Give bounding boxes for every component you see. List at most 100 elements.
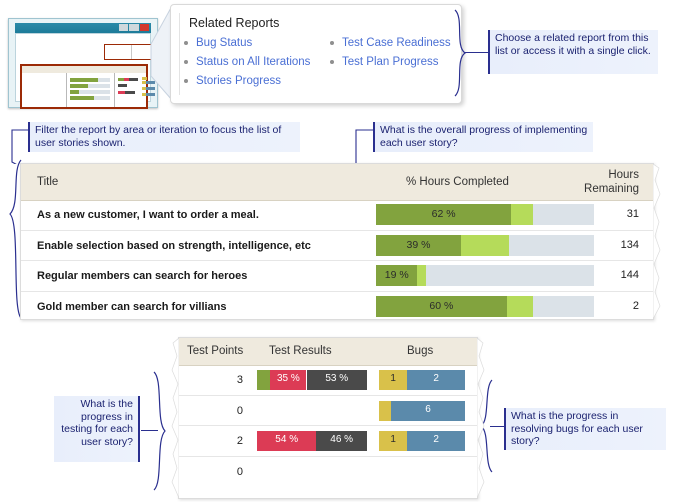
- bugs-segment-label: 6: [425, 403, 431, 415]
- bullet-icon: [330, 60, 334, 64]
- column-header-hours-remaining: Hours Remaining: [584, 168, 639, 196]
- bar-percent-label: 60 %: [429, 299, 454, 312]
- bugs-segment-active: 1: [379, 370, 408, 390]
- report-link-bug-status[interactable]: Bug Status: [183, 34, 310, 53]
- test-table-row[interactable]: 0: [179, 457, 477, 487]
- callout-bug-progress: What is the progress in resolving bugs f…: [504, 408, 666, 450]
- test-results-segment-label: 54 %: [275, 434, 299, 445]
- bullet-icon: [184, 60, 188, 64]
- test-results-segment-not-run: 46 %: [316, 431, 367, 451]
- column-header-test-points: Test Points: [187, 345, 244, 357]
- bar-segment-in-progress: [417, 265, 427, 286]
- test-results-bar: [257, 401, 367, 421]
- callout-related-reports: Choose a related report from this list o…: [488, 30, 658, 74]
- hours-remaining-line-2: Remaining: [584, 183, 639, 195]
- test-results-segment-label: 35 %: [276, 373, 300, 384]
- reports-callout-brace: [454, 9, 467, 97]
- torn-edge-right-stories: [653, 164, 661, 319]
- hours-remaining-line-1: Hours: [608, 169, 639, 181]
- test-results-bar: [257, 462, 367, 482]
- hours-completed-bar: 19 %: [376, 265, 594, 286]
- test-table-row[interactable]: 2 54 % 46 % 1 2: [179, 426, 477, 457]
- bugs-bar: [379, 462, 465, 482]
- hours-remaining-value: 144: [620, 269, 639, 281]
- callout-testing-progress: What is the progress in testing for each…: [54, 396, 140, 462]
- stories-table-row[interactable]: Regular members can search for heroes 19 …: [21, 261, 653, 292]
- bugs-segment-active: [379, 400, 392, 421]
- bugs-segment-resolved: 2: [407, 431, 465, 451]
- bar-segment-in-progress: [511, 204, 533, 225]
- test-table-header: Test Points Test Results Bugs: [179, 338, 477, 366]
- bugs-segment-label: 1: [390, 434, 396, 445]
- bar-segment-in-progress: [506, 295, 533, 317]
- test-table-row[interactable]: 3 35 % 53 % 1 2: [179, 365, 477, 396]
- stories-table-row[interactable]: As a new customer, I want to order a mea…: [21, 200, 653, 231]
- test-results-segment-failed: 54 %: [257, 431, 317, 451]
- bugs-bar: 12: [379, 431, 465, 451]
- report-link-test-case-readiness[interactable]: Test Case Readiness: [329, 34, 451, 53]
- hours-remaining-value: 31: [626, 208, 639, 220]
- test-results-bar: 54 % 46 %: [257, 431, 367, 451]
- panel-left-rule: [179, 13, 180, 95]
- bar-percent-label: 19 %: [384, 269, 409, 281]
- stories-table-row[interactable]: Gold member can search for villians 60 % 2: [21, 292, 653, 322]
- test-results-bar: 35 % 53 %: [257, 370, 367, 390]
- column-header-test-results: Test Results: [269, 345, 332, 357]
- bugs-bar: 6: [379, 400, 465, 421]
- story-title: Gold member can search for villians: [37, 300, 227, 313]
- bugs-callout-leader: [490, 426, 504, 427]
- test-points-value: 0: [236, 404, 243, 417]
- torn-edge-right-tests: [477, 338, 485, 498]
- related-reports-column-2: Test Case Readiness Test Plan Progress: [329, 34, 451, 72]
- report-link-status-all-iterations[interactable]: Status on All Iterations: [183, 53, 310, 72]
- callout-filter: Filter the report by area or iteration t…: [28, 122, 300, 152]
- test-results-segment-label: 46 %: [330, 434, 354, 445]
- test-results-segment-failed: 35 %: [270, 370, 307, 390]
- story-title: Regular members can search for heroes: [37, 270, 248, 282]
- report-link-test-plan-progress[interactable]: Test Plan Progress: [329, 53, 451, 72]
- bugs-segment-resolved: 6: [391, 400, 465, 421]
- test-results-segment-label: 53 %: [325, 373, 349, 384]
- stories-table-body: As a new customer, I want to order a mea…: [21, 200, 653, 319]
- report-link-stories-progress[interactable]: Stories Progress: [183, 72, 310, 91]
- test-table-body: 3 35 % 53 % 1 2 0 6 2 54 % 46 % 1 2 0: [179, 365, 477, 498]
- highlight-box-table: [20, 64, 155, 109]
- bugs-segment-label: 2: [433, 373, 439, 384]
- torn-edge-left-tests: [171, 338, 179, 498]
- bar-percent-label: 39 %: [406, 238, 431, 251]
- related-reports-panel: Related Reports Bug Status Status on All…: [170, 4, 462, 104]
- hours-completed-bar: 62 %: [376, 204, 594, 225]
- related-reports-column-1: Bug Status Status on All Iterations Stor…: [183, 34, 310, 91]
- thumbnail-canvas: [15, 33, 160, 109]
- report-window-thumbnail: [8, 18, 160, 109]
- bullet-icon: [184, 79, 188, 83]
- test-points-value: 3: [236, 374, 243, 386]
- callout-overall-progress: What is the overall progress of implemen…: [373, 122, 593, 152]
- column-header-bugs: Bugs: [407, 345, 434, 357]
- test-results-segment-passed: [257, 370, 271, 390]
- hours-completed-bar: 39 %: [376, 234, 594, 256]
- test-and-bugs-report-panel: Test Points Test Results Bugs 3 35 % 53 % 1…: [171, 337, 485, 499]
- test-points-value: 0: [236, 465, 243, 478]
- story-title: Enable selection based on strength, inte…: [37, 239, 311, 252]
- bar-percent-label: 62 %: [431, 208, 456, 220]
- test-points-value: 2: [236, 435, 243, 447]
- stories-table-row[interactable]: Enable selection based on strength, inte…: [21, 231, 653, 261]
- bullet-icon: [184, 41, 188, 45]
- bugs-segment-label: 1: [390, 373, 396, 384]
- related-reports-title: Related Reports: [189, 16, 280, 30]
- test-results-brace: [153, 371, 166, 491]
- bugs-segment-resolved: 2: [407, 370, 465, 390]
- test-table-row[interactable]: 06: [179, 396, 477, 426]
- user-stories-report-panel: Title % Hours Completed Hours Remaining …: [20, 163, 661, 320]
- column-header-percent-hours-completed: % Hours Completed: [406, 176, 509, 188]
- bugs-segment-active: 1: [379, 431, 408, 451]
- bugs-segment-label: 2: [433, 434, 439, 445]
- bar-segment-in-progress: [461, 234, 509, 256]
- reports-callout-leader: [465, 52, 488, 53]
- column-header-title: Title: [37, 176, 59, 188]
- story-title: As a new customer, I want to order a mea…: [37, 209, 259, 221]
- hours-remaining-value: 2: [632, 299, 639, 312]
- hours-completed-bar: 60 %: [376, 295, 594, 317]
- test-results-segment-not-run: 53 %: [306, 370, 367, 390]
